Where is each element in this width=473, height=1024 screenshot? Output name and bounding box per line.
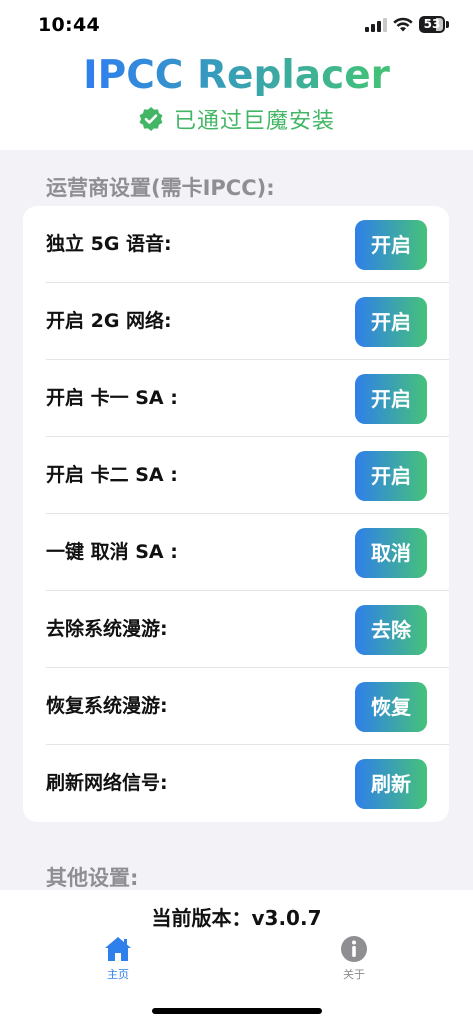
enable-5g-voice-button[interactable]: 开启	[355, 220, 427, 270]
enable-2g-network-button[interactable]: 开启	[355, 297, 427, 347]
tab-about[interactable]: 关于	[314, 934, 394, 982]
info-icon	[341, 936, 367, 962]
carrier-settings-card: 独立 5G 语音: 开启 开启 2G 网络: 开启 开启 卡一 SA : 开启 …	[23, 206, 449, 822]
setting-label: 去除系统漫游:	[46, 618, 168, 640]
version-text: 当前版本：v3.0.7	[151, 906, 322, 930]
verified-text: 已通过巨魔安装	[173, 109, 335, 134]
setting-row-remove-roaming: 去除系统漫游: 去除	[23, 591, 449, 668]
setting-label: 开启 卡二 SA :	[46, 464, 178, 486]
other-section-title: 其他设置:	[46, 866, 139, 890]
tab-about-label: 关于	[343, 968, 365, 981]
setting-label: 刷新网络信号:	[46, 772, 168, 794]
tab-home[interactable]: 主页	[78, 934, 158, 982]
setting-label: 恢复系统漫游:	[46, 695, 168, 717]
setting-label: 独立 5G 语音:	[46, 233, 172, 255]
house-icon	[105, 937, 131, 961]
remove-roaming-button[interactable]: 去除	[355, 605, 427, 655]
setting-label: 开启 卡一 SA :	[46, 387, 178, 409]
status-bar: 10:44 53	[0, 0, 473, 50]
restore-roaming-button[interactable]: 恢复	[355, 682, 427, 732]
setting-row-sim1-sa: 开启 卡一 SA : 开启	[23, 360, 449, 437]
enable-sim2-sa-button[interactable]: 开启	[355, 451, 427, 501]
battery-level: 53	[423, 17, 441, 31]
home-indicator	[152, 1008, 322, 1014]
setting-row-5g-voice: 独立 5G 语音: 开启	[23, 206, 449, 283]
app-title: IPCC Replacer	[0, 52, 473, 100]
verified-check-icon	[139, 107, 163, 131]
setting-row-2g-network: 开启 2G 网络: 开启	[23, 283, 449, 360]
tab-home-label: 主页	[107, 968, 129, 981]
cancel-sa-button[interactable]: 取消	[355, 528, 427, 578]
setting-row-refresh-signal: 刷新网络信号: 刷新	[23, 745, 449, 822]
enable-sim1-sa-button[interactable]: 开启	[355, 374, 427, 424]
status-time: 10:44	[38, 14, 100, 36]
refresh-signal-button[interactable]: 刷新	[355, 759, 427, 809]
setting-row-cancel-sa: 一键 取消 SA : 取消	[23, 514, 449, 591]
setting-label: 一键 取消 SA :	[46, 541, 178, 563]
battery-icon: 53	[419, 16, 449, 33]
top-area: 10:44 53 IPCC Replacer 已通过巨魔安装	[0, 0, 473, 150]
verified-badge: 已通过巨魔安装	[0, 102, 473, 136]
setting-row-restore-roaming: 恢复系统漫游: 恢复	[23, 668, 449, 745]
bottom-bar: 当前版本：v3.0.7 主页 关于	[0, 890, 473, 1024]
carrier-section-title: 运营商设置(需卡IPCC):	[46, 176, 275, 200]
wifi-icon	[393, 17, 413, 32]
setting-label: 开启 2G 网络:	[46, 310, 172, 332]
cellular-signal-icon	[365, 18, 387, 32]
setting-row-sim2-sa: 开启 卡二 SA : 开启	[23, 437, 449, 514]
